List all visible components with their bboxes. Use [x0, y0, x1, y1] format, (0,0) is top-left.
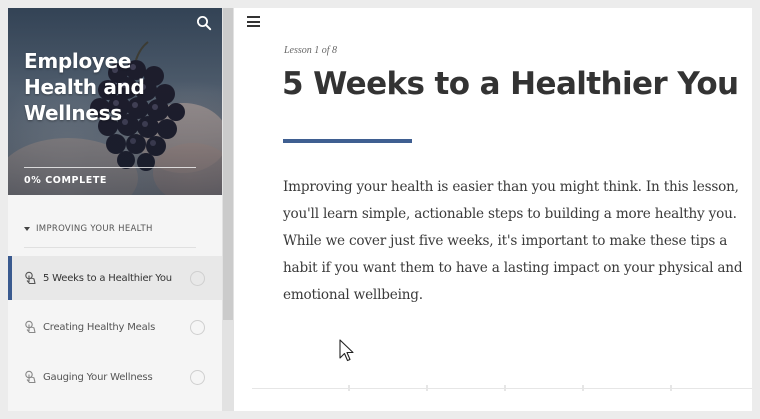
incomplete-status-circle [190, 369, 205, 385]
lesson-touch-icon [25, 370, 36, 384]
section-divider [24, 247, 196, 248]
lesson-item-gauging-your-wellness[interactable]: Gauging Your Wellness [8, 355, 222, 399]
lesson-body-text: Improving your health is easier than you… [283, 179, 743, 303]
progress-label: 0% COMPLETE [24, 175, 108, 186]
caret-down-icon [24, 227, 30, 231]
lesson-item-5-weeks[interactable]: 5 Weeks to a Healthier You [8, 256, 222, 300]
incomplete-status-circle [190, 319, 205, 335]
content-block-divider [252, 385, 752, 392]
lesson-touch-icon [25, 320, 36, 334]
lesson-content: Lesson 1 of 8 5 Weeks to a Healthier You… [234, 8, 752, 411]
mouse-pointer-icon [339, 339, 354, 362]
search-icon[interactable] [196, 15, 212, 31]
lesson-counter: Lesson 1 of 8 [284, 45, 338, 56]
lesson-label: Gauging Your Wellness [43, 371, 153, 383]
course-cover-image: Employee Health and Wellness 0% COMPLETE [8, 8, 222, 195]
course-title: Employee Health and Wellness [24, 49, 145, 125]
section-label: IMPROVING YOUR HEALTH [36, 224, 153, 234]
course-sidebar: Employee Health and Wellness 0% COMPLETE… [8, 8, 222, 411]
incomplete-status-circle [190, 270, 205, 286]
hamburger-menu-icon[interactable] [247, 16, 260, 27]
section-toggle-improving-your-health[interactable]: IMPROVING YOUR HEALTH [24, 222, 153, 236]
lesson-label: 5 Weeks to a Healthier You [43, 272, 172, 284]
scrollbar-thumb[interactable] [223, 8, 233, 320]
lesson-label: Creating Healthy Meals [43, 321, 156, 333]
title-divider [283, 139, 412, 143]
lesson-item-creating-healthy-meals[interactable]: Creating Healthy Meals [8, 305, 222, 349]
progress-bar [24, 167, 196, 168]
lesson-title: 5 Weeks to a Healthier You [282, 66, 739, 102]
sidebar-scrollbar[interactable] [222, 8, 234, 411]
lesson-touch-icon [25, 271, 36, 285]
